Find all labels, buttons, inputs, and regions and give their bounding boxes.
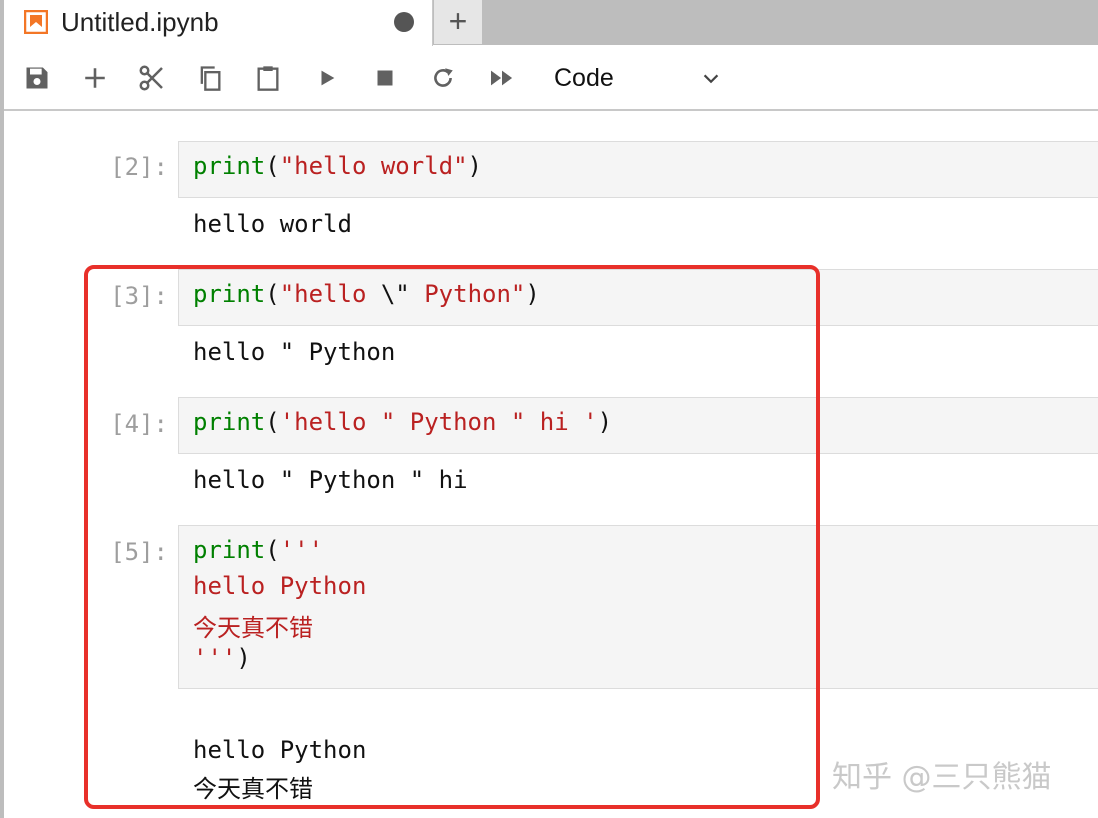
left-border bbox=[0, 0, 4, 818]
highlight-box bbox=[84, 265, 820, 809]
output-line: hello world bbox=[193, 210, 352, 238]
tab-title: Untitled.ipynb bbox=[61, 7, 219, 37]
cell-prompt: [2]: bbox=[110, 153, 168, 181]
add-icon[interactable] bbox=[77, 60, 113, 96]
cell-type-dropdown[interactable]: Code bbox=[550, 58, 728, 98]
code-cell[interactable]: print("hello world") bbox=[178, 141, 1098, 198]
restart-icon[interactable] bbox=[425, 60, 461, 96]
cell-type-label: Code bbox=[554, 63, 614, 92]
run-all-icon[interactable] bbox=[484, 60, 520, 96]
save-icon[interactable] bbox=[19, 60, 55, 96]
tab-untitled[interactable]: Untitled.ipynb bbox=[4, 0, 433, 46]
code-line: print("hello world") bbox=[193, 152, 482, 180]
watermark: 知乎 @三只熊猫 bbox=[832, 760, 1052, 795]
copy-icon[interactable] bbox=[192, 60, 228, 96]
notebook-icon bbox=[23, 9, 49, 35]
notebook-toolbar: Code bbox=[4, 46, 1098, 111]
chevron-down-icon bbox=[700, 68, 722, 95]
paste-icon[interactable] bbox=[250, 60, 286, 96]
unsaved-indicator-icon[interactable] bbox=[394, 12, 414, 32]
cut-icon[interactable] bbox=[134, 60, 170, 96]
new-tab-button[interactable]: + bbox=[434, 0, 482, 44]
stop-icon[interactable] bbox=[367, 60, 403, 96]
run-icon[interactable] bbox=[309, 60, 345, 96]
